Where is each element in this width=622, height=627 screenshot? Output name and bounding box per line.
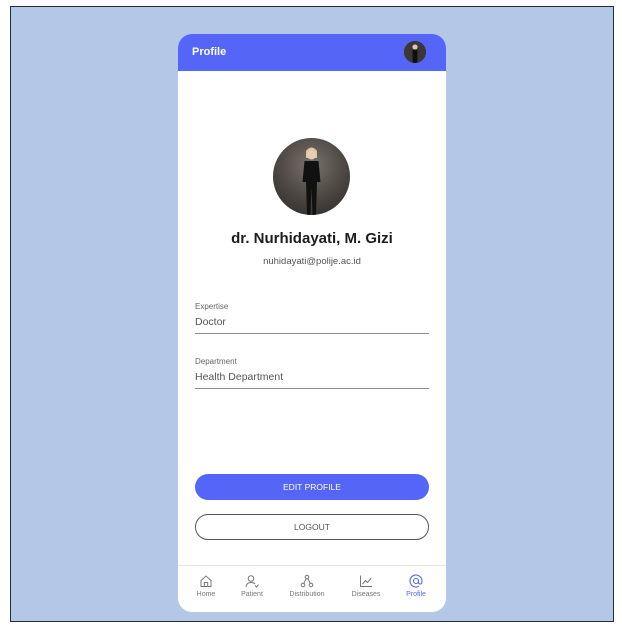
nav-label-distribution: Distribution (289, 591, 325, 598)
profile-avatar (273, 138, 350, 215)
expertise-value: Doctor (195, 316, 226, 328)
app-bar: Profile (178, 34, 446, 71)
department-label: Department (195, 357, 237, 366)
nav-item-patient[interactable]: Patient (236, 574, 268, 598)
chart-icon (360, 575, 372, 587)
nav-label-profile: Profile (406, 591, 426, 598)
nav-label-patient: Patient (241, 591, 263, 598)
nav-item-diseases[interactable]: Diseases (348, 574, 384, 598)
department-value: Health Department (195, 371, 284, 383)
at-icon (409, 574, 423, 588)
nav-item-profile[interactable]: Profile (402, 574, 430, 598)
nav-item-distribution[interactable]: Distribution (284, 574, 330, 598)
edit-profile-button[interactable]: EDIT PROFILE (195, 474, 429, 500)
header-avatar[interactable] (404, 41, 426, 63)
profile-email: nuhidayati@polije.ac.id (263, 256, 361, 267)
distribution-icon (300, 574, 314, 588)
expertise-label: Expertise (195, 302, 229, 311)
nav-label-home: Home (196, 591, 216, 598)
nav-item-home[interactable]: Home (194, 574, 218, 598)
home-icon (200, 575, 212, 587)
profile-name: dr. Nurhidayati, M. Gizi (231, 230, 393, 247)
bottom-navigation: Home Patient Distribution Diseases Profi… (178, 565, 446, 612)
nav-label-diseases: Diseases (351, 591, 381, 598)
person-photo-icon (302, 147, 321, 215)
patient-icon (245, 575, 259, 588)
page-title: Profile (192, 46, 227, 58)
person-photo-icon (404, 41, 426, 63)
phone-screen: Profile dr. Nurhidayati, M. Gizi nuhiday… (178, 34, 446, 612)
logout-button[interactable]: LOGOUT (195, 514, 429, 540)
department-field[interactable]: Department Health Department (195, 357, 429, 389)
expertise-field[interactable]: Expertise Doctor (195, 302, 429, 334)
